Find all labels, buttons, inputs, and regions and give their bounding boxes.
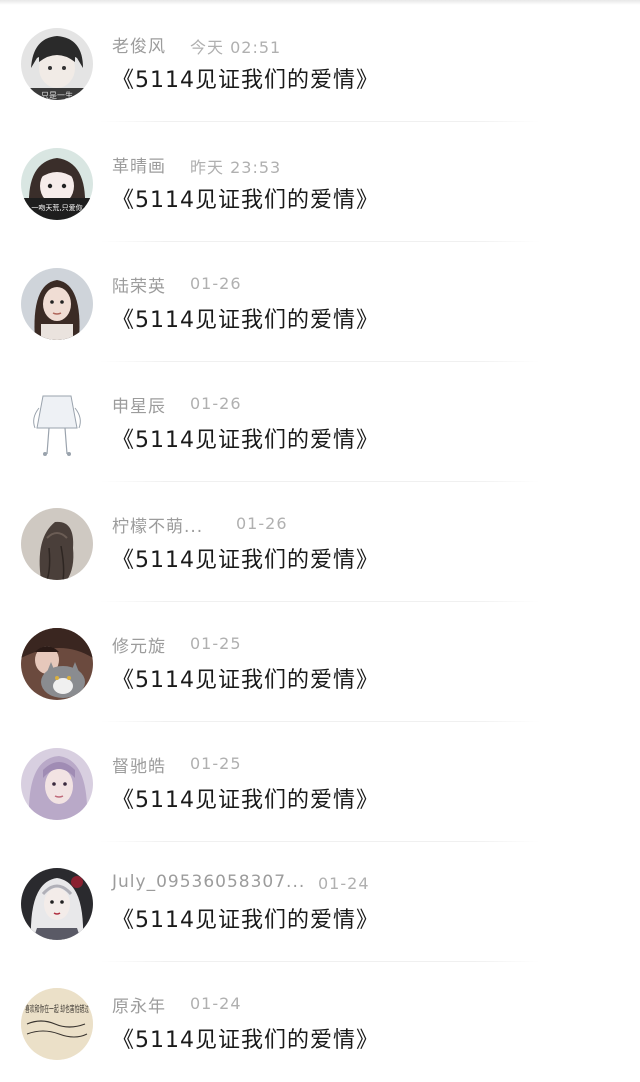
comment-row[interactable]: 督驰皓 01-25 《5114见证我们的爱情》: [0, 722, 640, 842]
commenter-name[interactable]: 革晴画: [112, 152, 166, 177]
comment-text: 《5114见证我们的爱情》: [112, 68, 379, 93]
avatar-boy-icon[interactable]: 只是一生: [21, 28, 93, 100]
comment-row[interactable]: 只是一生 老俊风 今天 02:51 《5114见证我们的爱情》: [0, 2, 640, 122]
avatar-caption: 喜欢和你在一起 却也害怕错过: [25, 1003, 89, 1015]
comment-time: 01-26: [236, 514, 288, 533]
commenter-name[interactable]: 原永年: [112, 992, 166, 1017]
avatar-fantasy-icon[interactable]: [21, 868, 93, 940]
comment-row[interactable]: 喜欢和你在一起 却也害怕错过 原永年 01-24 《5114见证我们的爱情》: [0, 962, 640, 1082]
comment-row[interactable]: 陆荣英 01-26 《5114见证我们的爱情》: [0, 242, 640, 362]
commenter-name[interactable]: 柠檬不萌...: [112, 512, 203, 537]
avatar-sketch-icon[interactable]: [21, 388, 93, 460]
comment-text: 《5114见证我们的爱情》: [112, 788, 379, 813]
comment-time: 01-26: [190, 274, 242, 293]
avatar-caption: 只是一生: [41, 90, 73, 100]
comment-row[interactable]: 修元旋 01-25 《5114见证我们的爱情》: [0, 602, 640, 722]
comment-time: 01-25: [190, 754, 242, 773]
avatar-longhair-icon[interactable]: [21, 508, 93, 580]
comment-time: 今天 02:51: [190, 38, 282, 57]
avatar-purplehair-icon[interactable]: [21, 748, 93, 820]
comment-row[interactable]: July_09536058307... 01-24 《5114见证我们的爱情》: [0, 842, 640, 962]
avatar-handwriting-icon[interactable]: 喜欢和你在一起 却也害怕错过: [21, 988, 93, 1060]
comment-text: 《5114见证我们的爱情》: [112, 308, 379, 333]
commenter-name[interactable]: 申星辰: [112, 392, 166, 417]
avatar-cat-icon[interactable]: [21, 628, 93, 700]
comment-text: 《5114见证我们的爱情》: [112, 188, 379, 213]
commenter-name[interactable]: 修元旋: [112, 632, 166, 657]
comment-time: 01-24: [190, 994, 242, 1013]
comment-row[interactable]: 申星辰 01-26 《5114见证我们的爱情》: [0, 362, 640, 482]
commenter-name[interactable]: 老俊风: [112, 32, 166, 57]
comment-text: 《5114见证我们的爱情》: [112, 548, 379, 573]
avatar-girl-icon[interactable]: 一吻天荒,只爱你: [21, 148, 93, 220]
commenter-name[interactable]: July_09536058307...: [112, 872, 305, 892]
comment-text: 《5114见证我们的爱情》: [112, 908, 379, 933]
avatar-caption: 一吻天荒,只爱你: [31, 203, 82, 212]
comment-time: 昨天 23:53: [190, 158, 282, 177]
comment-time: 01-26: [190, 394, 242, 413]
comment-text: 《5114见证我们的爱情》: [112, 1028, 379, 1053]
comment-row[interactable]: 柠檬不萌... 01-26 《5114见证我们的爱情》: [0, 482, 640, 602]
comment-time: 01-24: [318, 874, 370, 893]
comment-text: 《5114见证我们的爱情》: [112, 428, 379, 453]
commenter-name[interactable]: 督驰皓: [112, 752, 166, 777]
comment-row[interactable]: 一吻天荒,只爱你 革晴画 昨天 23:53 《5114见证我们的爱情》: [0, 122, 640, 242]
comment-time: 01-25: [190, 634, 242, 653]
commenter-name[interactable]: 陆荣英: [112, 272, 166, 297]
comment-text: 《5114见证我们的爱情》: [112, 668, 379, 693]
avatar-woman-icon[interactable]: [21, 268, 93, 340]
